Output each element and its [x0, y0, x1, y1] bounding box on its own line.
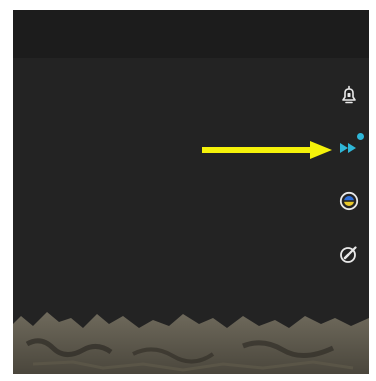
- ground-texture: [13, 312, 369, 374]
- lock-button[interactable]: [336, 82, 362, 108]
- lock-pin-icon: [342, 85, 356, 104]
- edit-button[interactable]: [336, 241, 362, 267]
- color-filter-icon: [339, 191, 359, 211]
- top-bar: [13, 10, 369, 58]
- camera-viewport: [13, 10, 369, 374]
- speed-button[interactable]: [336, 133, 364, 161]
- filter-button[interactable]: [336, 188, 362, 214]
- fast-forward-icon: [340, 143, 356, 153]
- annotation-arrow: [202, 141, 332, 159]
- notification-badge: [357, 133, 364, 140]
- edit-compass-icon: [340, 246, 357, 263]
- side-toolbar: [329, 82, 369, 294]
- screenshot-frame: [0, 0, 376, 381]
